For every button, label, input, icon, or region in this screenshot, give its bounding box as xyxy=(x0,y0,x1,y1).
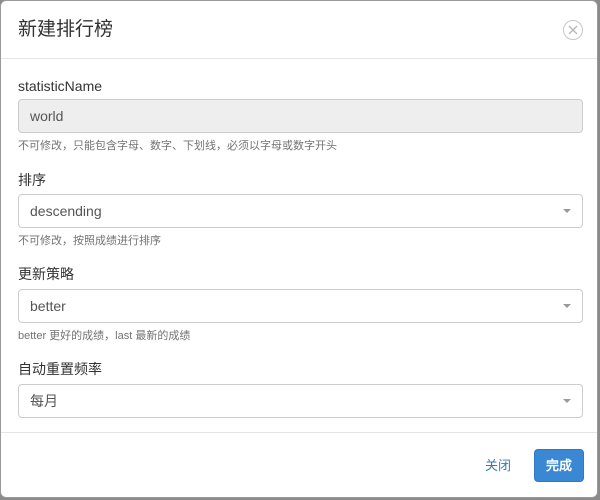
dialog-title: 新建排行榜 xyxy=(18,19,114,40)
statistic-name-label: statisticName xyxy=(18,78,103,94)
statistic-name-help: 不可修改，只能包含字母、数字、下划线，必须以字母或数字开头 xyxy=(18,140,337,152)
reset-frequency-label: 自动重置频率 xyxy=(18,361,102,377)
dialog-footer: 关闭 完成 xyxy=(1,433,597,497)
caret-down-icon xyxy=(563,399,571,403)
new-leaderboard-dialog: 新建排行榜 statisticName world 不可修改，只能包含字母、数字… xyxy=(0,0,598,498)
close-circle-icon[interactable] xyxy=(563,20,583,40)
order-label: 排序 xyxy=(18,172,46,188)
order-help: 不可修改，按照成绩进行排序 xyxy=(18,235,161,247)
order-select[interactable]: descending xyxy=(18,194,583,228)
caret-down-icon xyxy=(563,304,571,308)
update-strategy-help: better 更好的成绩，last 最新的成绩 xyxy=(18,330,191,342)
close-button[interactable]: 关闭 xyxy=(485,458,511,474)
dialog-body: statisticName world 不可修改，只能包含字母、数字、下划线，必… xyxy=(1,59,597,433)
update-strategy-select-value: better xyxy=(30,298,66,314)
reset-frequency-select-value: 每月 xyxy=(30,393,58,409)
statistic-name-input[interactable]: world xyxy=(18,99,583,133)
caret-down-icon xyxy=(563,209,571,213)
done-button[interactable]: 完成 xyxy=(534,449,584,482)
order-select-value: descending xyxy=(30,203,102,219)
dialog-header: 新建排行榜 xyxy=(1,1,597,59)
update-strategy-select[interactable]: better xyxy=(18,289,583,323)
reset-frequency-select[interactable]: 每月 xyxy=(18,384,583,418)
update-strategy-label: 更新策略 xyxy=(18,266,74,282)
